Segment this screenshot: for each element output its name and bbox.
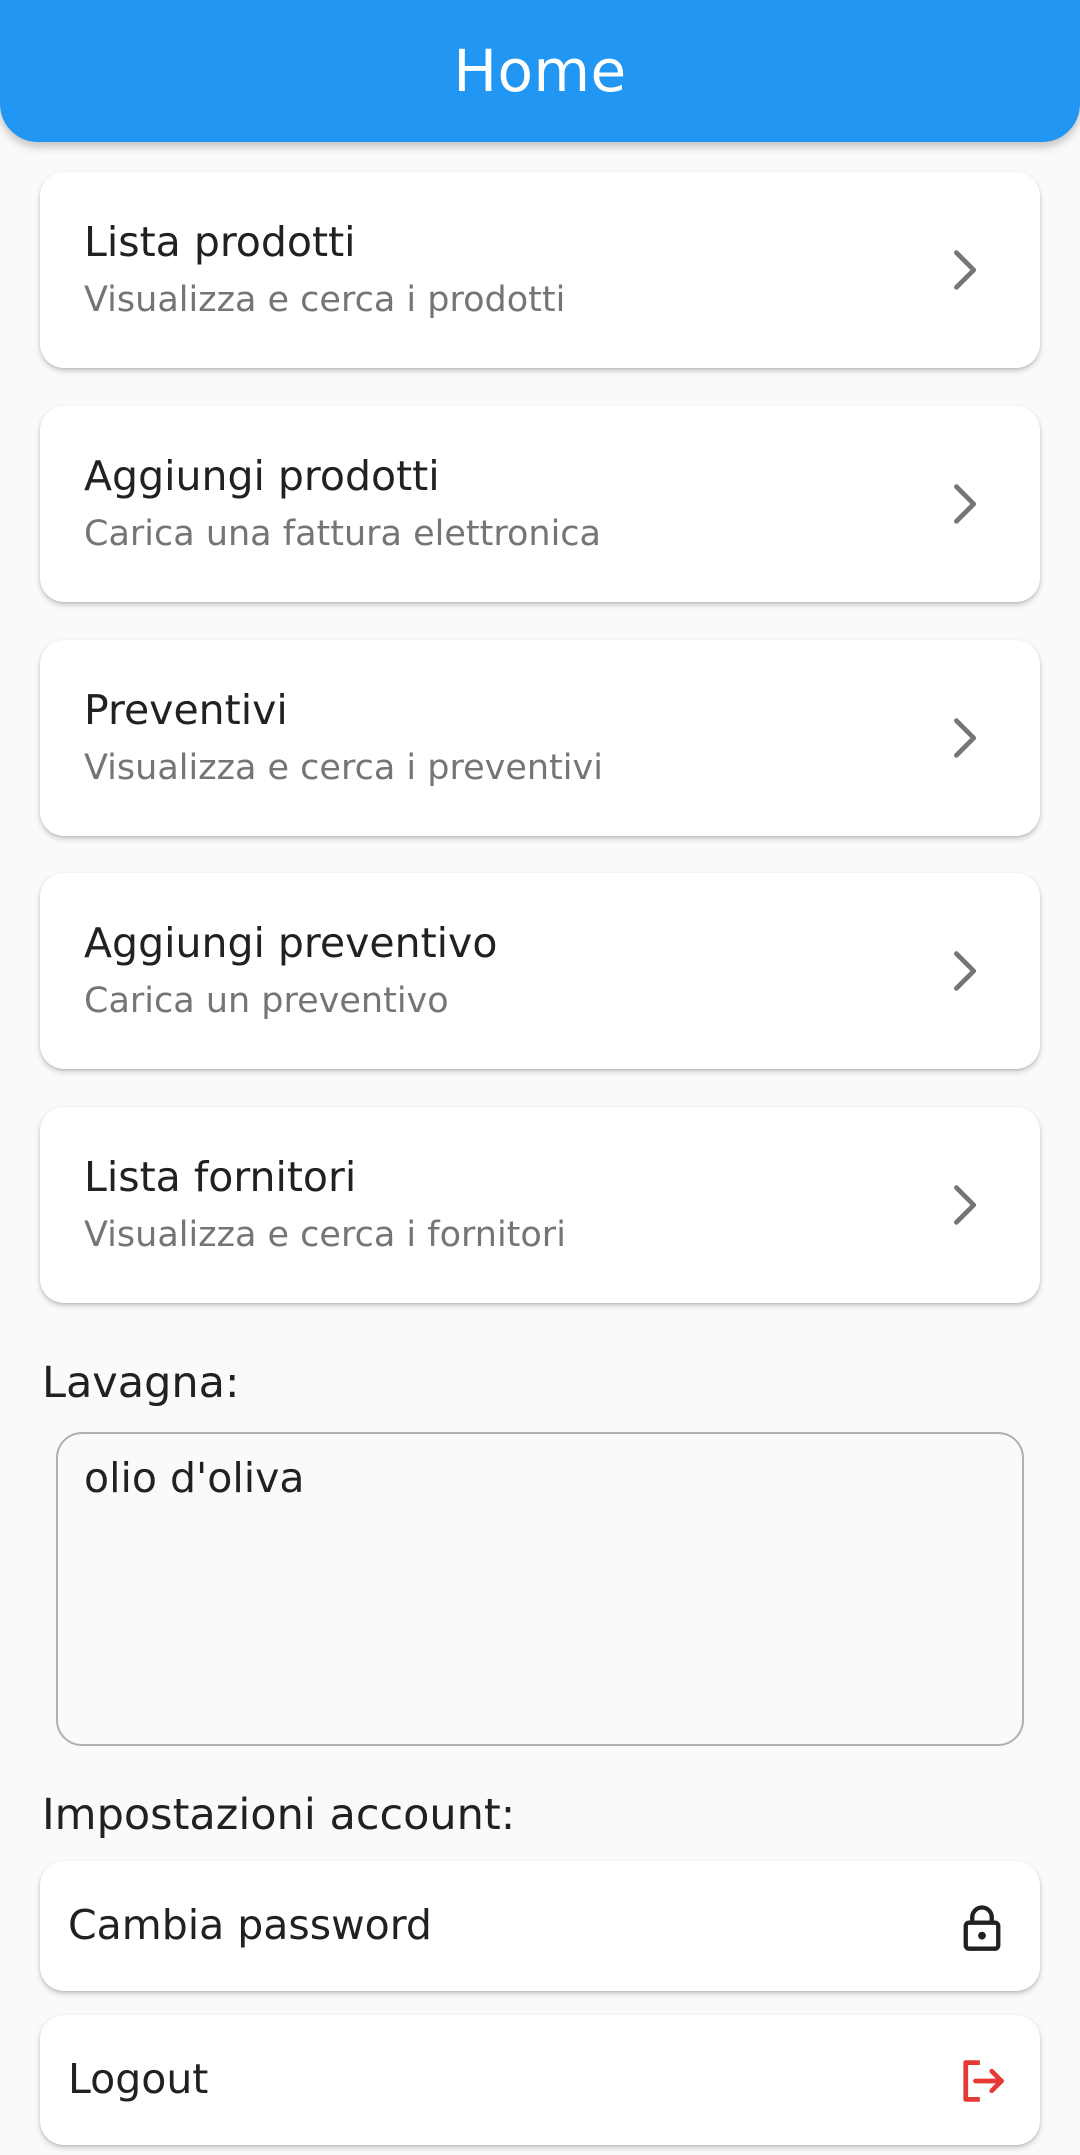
menu-item-title: Lista fornitori xyxy=(84,1153,357,1201)
menu-item-preventivi[interactable]: Preventivi Visualizza e cerca i preventi… xyxy=(40,640,1040,836)
board-textarea[interactable] xyxy=(56,1432,1024,1746)
menu-item-title: Aggiungi prodotti xyxy=(84,452,440,500)
account-settings-label: Impostazioni account: xyxy=(42,1790,516,1840)
menu-item-subtitle: Carica una fattura elettronica xyxy=(84,514,601,554)
menu-item-title: Preventivi xyxy=(84,686,288,734)
app-bar: Home xyxy=(0,0,1080,142)
chevron-right-icon xyxy=(954,718,977,758)
menu-item-subtitle: Carica un preventivo xyxy=(84,981,449,1021)
chevron-right-icon xyxy=(954,951,977,991)
logout-label: Logout xyxy=(68,2055,209,2103)
chevron-right-icon xyxy=(954,1185,977,1225)
menu-item-lista-fornitori[interactable]: Lista fornitori Visualizza e cerca i for… xyxy=(40,1107,1040,1303)
change-password-button[interactable]: Cambia password xyxy=(40,1861,1040,1991)
lock-icon xyxy=(963,1905,1001,1951)
menu-item-subtitle: Visualizza e cerca i preventivi xyxy=(84,748,603,788)
menu-item-title: Aggiungi preventivo xyxy=(84,919,498,967)
menu-item-aggiungi-preventivo[interactable]: Aggiungi preventivo Carica un preventivo xyxy=(40,873,1040,1069)
logout-button[interactable]: Logout xyxy=(40,2015,1040,2145)
page-title: Home xyxy=(453,37,627,105)
change-password-label: Cambia password xyxy=(68,1901,432,1949)
logout-icon xyxy=(963,2060,1004,2102)
menu-item-title: Lista prodotti xyxy=(84,218,356,266)
menu-item-aggiungi-prodotti[interactable]: Aggiungi prodotti Carica una fattura ele… xyxy=(40,406,1040,602)
chevron-right-icon xyxy=(954,484,977,524)
menu-item-subtitle: Visualizza e cerca i fornitori xyxy=(84,1215,566,1255)
chevron-right-icon xyxy=(954,250,977,290)
menu-item-subtitle: Visualizza e cerca i prodotti xyxy=(84,280,566,320)
board-label: Lavagna: xyxy=(42,1358,240,1408)
menu-item-lista-prodotti[interactable]: Lista prodotti Visualizza e cerca i prod… xyxy=(40,172,1040,368)
